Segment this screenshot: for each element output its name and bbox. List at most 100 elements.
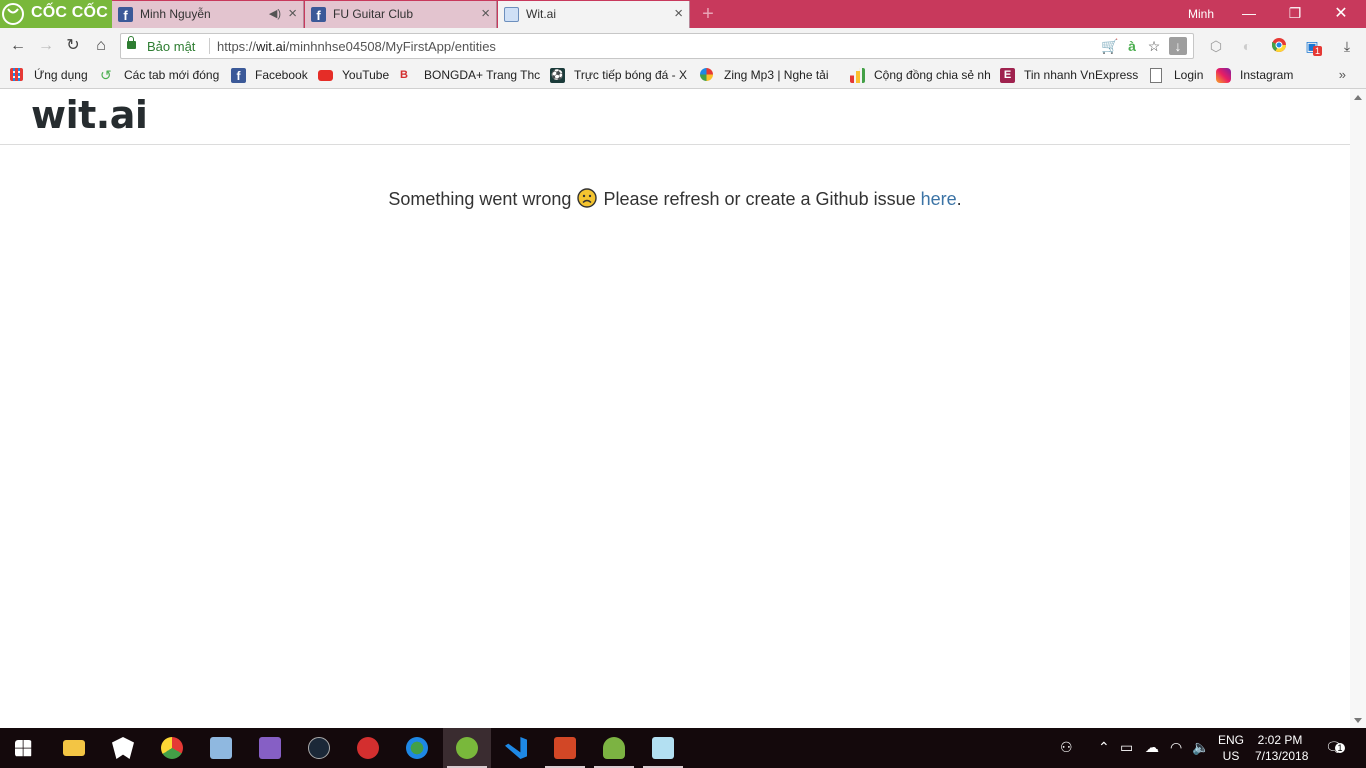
bookmark-label: Cộng đồng chia sẻ nh bbox=[874, 68, 991, 82]
error-message: Something went wrong Please refresh or c… bbox=[0, 188, 1350, 210]
bongda-icon: B bbox=[400, 69, 408, 81]
taskbar-file-explorer[interactable] bbox=[50, 728, 98, 768]
taskbar-app[interactable] bbox=[99, 728, 147, 768]
taskbar-steam[interactable] bbox=[295, 728, 343, 768]
web-page: wit.ai Something went wrong Please refre… bbox=[0, 89, 1350, 728]
vertical-scrollbar[interactable] bbox=[1350, 89, 1366, 728]
url-scheme: https:// bbox=[217, 39, 257, 54]
close-tab-icon[interactable]: × bbox=[288, 5, 297, 22]
lock-icon bbox=[127, 36, 136, 49]
close-window-button[interactable]: ✕ bbox=[1318, 0, 1364, 28]
onedrive-cloud-icon[interactable]: ☁ bbox=[1145, 739, 1159, 756]
battery-icon[interactable]: ▭ bbox=[1120, 739, 1133, 756]
taskbar-garena[interactable] bbox=[344, 728, 392, 768]
minimize-button[interactable]: — bbox=[1226, 0, 1272, 28]
address-bar[interactable]: Bảo mật https://wit.ai/minhnhse04508/MyF… bbox=[120, 33, 1194, 59]
wit-ai-logo[interactable]: wit.ai bbox=[31, 93, 148, 137]
input-language[interactable]: ENG US bbox=[1218, 732, 1244, 764]
back-arrow-icon[interactable]: ← bbox=[8, 36, 28, 56]
taskbar-notepad[interactable] bbox=[639, 728, 687, 768]
github-issue-link[interactable]: here bbox=[921, 189, 957, 209]
extension-leaf-icon[interactable]: ◐ bbox=[1238, 37, 1256, 55]
people-icon[interactable]: ⚇ bbox=[1060, 739, 1073, 756]
dictionary-icon[interactable]: à bbox=[1123, 37, 1141, 55]
more-bookmarks-icon[interactable]: » bbox=[1339, 67, 1346, 82]
instagram-icon bbox=[1216, 68, 1231, 83]
taskbar-android-studio[interactable] bbox=[590, 728, 638, 768]
lang-code: ENG bbox=[1218, 733, 1245, 747]
bookmark-label: YouTube bbox=[342, 68, 390, 82]
start-button[interactable] bbox=[0, 728, 48, 768]
tab-title: FU Guitar Club bbox=[333, 7, 414, 21]
bookmark-label: Login bbox=[1174, 68, 1204, 82]
profile-name[interactable]: Minh bbox=[1188, 7, 1214, 21]
extension-badge-icon[interactable]: ▣ 1 bbox=[1303, 37, 1323, 56]
bookmarks-bar: Ứng dụng ↺ Các tab mới đóng f Facebook Y… bbox=[0, 64, 1366, 89]
taskbar-coccoc[interactable] bbox=[443, 728, 491, 768]
steam-icon bbox=[308, 737, 330, 759]
sad-face-icon bbox=[577, 188, 598, 208]
home-icon[interactable]: ⌂ bbox=[91, 36, 111, 56]
extension-badge-count: 1 bbox=[1313, 46, 1323, 56]
url-text[interactable]: https://wit.ai/minhnhse04508/MyFirstApp/… bbox=[217, 39, 496, 54]
new-tab-button[interactable]: + bbox=[698, 4, 718, 24]
notification-count: 1 bbox=[1335, 743, 1345, 753]
taskbar-powerpoint[interactable] bbox=[541, 728, 589, 768]
error-text-end: . bbox=[956, 189, 962, 209]
clock-date: 7/13/2018 bbox=[1255, 749, 1309, 763]
url-host: wit.ai bbox=[256, 39, 286, 54]
powerpoint-icon bbox=[554, 737, 576, 759]
recent-tabs-icon: ↺ bbox=[100, 67, 112, 83]
tab-minh-nguyen[interactable]: f Minh Nguyễn ◀︎) × bbox=[112, 1, 304, 28]
navigation-toolbar: ← → ↻ ⌂ Bảo mật https://wit.ai/minhnhse0… bbox=[0, 28, 1366, 64]
extension-shield-icon[interactable]: ⬡ bbox=[1207, 37, 1225, 55]
internet-download-icon bbox=[406, 737, 428, 759]
close-tab-icon[interactable]: × bbox=[674, 5, 683, 22]
bookmark-label: Facebook bbox=[255, 68, 308, 82]
security-label[interactable]: Bảo mật bbox=[147, 39, 195, 54]
facebook-icon: f bbox=[231, 68, 246, 83]
bookmark-label: Các tab mới đóng bbox=[124, 68, 220, 82]
taskbar-visual-studio[interactable] bbox=[246, 728, 294, 768]
bookmark-star-icon[interactable]: ☆ bbox=[1145, 37, 1163, 55]
taskbar-chrome[interactable] bbox=[148, 728, 196, 768]
close-tab-icon[interactable]: × bbox=[481, 5, 490, 22]
system-clock[interactable]: 2:02 PM 7/13/2018 bbox=[1255, 732, 1309, 764]
notepad-icon bbox=[652, 737, 674, 759]
tab-wit-ai[interactable]: Wit.ai × bbox=[498, 1, 690, 28]
url-path: /minhnhse04508/MyFirstApp/entities bbox=[285, 39, 496, 54]
error-text-1: Something went wrong bbox=[388, 189, 572, 209]
chart-icon bbox=[850, 68, 865, 83]
show-hidden-icons-chevron-icon[interactable]: ⌃ bbox=[1098, 739, 1110, 756]
browser-title-bar: CỐC CỐC f Minh Nguyễn ◀︎) × f FU Guitar … bbox=[0, 0, 1366, 28]
file-explorer-icon bbox=[63, 740, 85, 756]
box-icon bbox=[210, 737, 232, 759]
vscode-icon bbox=[505, 737, 527, 759]
taskbar-download-manager[interactable] bbox=[393, 728, 441, 768]
address-separator bbox=[209, 38, 210, 54]
chrome-extension-icon[interactable] bbox=[1270, 37, 1288, 55]
coccoc-icon bbox=[456, 737, 478, 759]
download-page-icon[interactable]: ↓ bbox=[1169, 37, 1187, 55]
wifi-icon[interactable]: ◠ bbox=[1170, 739, 1182, 756]
scroll-up-icon[interactable] bbox=[1354, 95, 1362, 100]
tab-fu-guitar-club[interactable]: f FU Guitar Club × bbox=[305, 1, 497, 28]
notification-center-icon[interactable]: 🗨 1 bbox=[1325, 739, 1345, 756]
scroll-down-icon[interactable] bbox=[1354, 718, 1362, 723]
coccoc-logo-text: CỐC CỐC bbox=[31, 4, 108, 21]
clock-time: 2:02 PM bbox=[1257, 733, 1303, 747]
reload-icon[interactable]: ↻ bbox=[63, 36, 83, 56]
coccoc-logo[interactable]: CỐC CỐC bbox=[0, 0, 112, 28]
visual-studio-icon bbox=[259, 737, 281, 759]
downloads-icon[interactable]: ⤓ bbox=[1338, 37, 1356, 55]
forward-arrow-icon[interactable]: → bbox=[36, 36, 56, 56]
youtube-icon bbox=[318, 70, 333, 81]
restore-button[interactable]: ❐ bbox=[1272, 0, 1318, 28]
app-icon bbox=[112, 737, 134, 759]
volume-icon[interactable]: 🔈 bbox=[1192, 739, 1209, 756]
shopping-cart-icon[interactable]: 🛒 bbox=[1101, 37, 1119, 55]
taskbar-vscode[interactable] bbox=[492, 728, 540, 768]
taskbar-box[interactable] bbox=[197, 728, 245, 768]
speaker-muted-icon[interactable]: ◀︎) bbox=[269, 7, 281, 20]
windows-taskbar: ⚇ ⌃ ▭ ☁ ◠ 🔈 ENG US 2:02 PM 7/13/2018 🗨 1 bbox=[0, 728, 1366, 768]
